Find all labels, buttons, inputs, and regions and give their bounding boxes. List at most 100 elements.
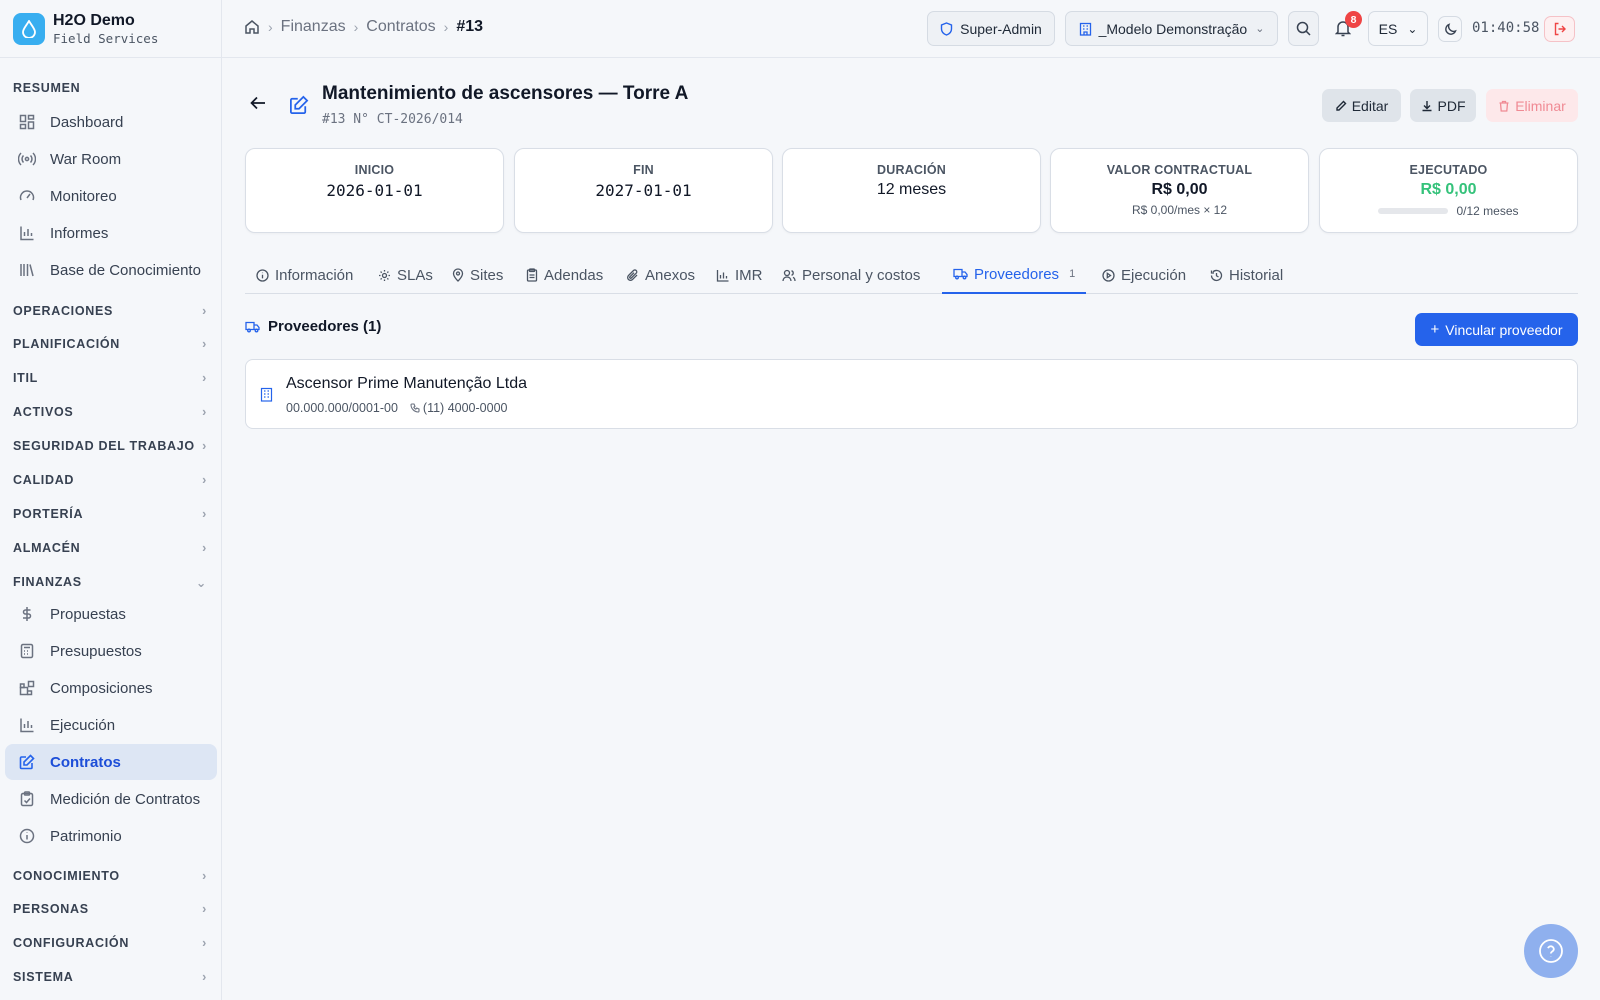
tab-label: Sites [470,266,504,284]
sidebar-item-informes[interactable]: Informes [5,215,217,251]
sidebar-item-label: Dashboard [50,113,124,131]
stat-valor-contractual: VALOR CONTRACTUAL R$ 0,00 R$ 0,00/mes × … [1050,148,1309,233]
vendor-card[interactable]: Ascensor Prime Manutenção Ltda 00.000.00… [245,359,1578,429]
vendor-meta: 00.000.000/0001-00 (11) 4000-0000 [286,401,507,415]
tab-personal-y-costos[interactable]: Personal y costos [771,256,931,294]
section-sistema[interactable]: SISTEMA › [13,967,207,987]
section-porteria[interactable]: PORTERÍA › [13,504,207,524]
role-badge[interactable]: Super-Admin [927,11,1055,46]
search-icon [1296,21,1311,36]
sidebar-item-ejecucion[interactable]: Ejecución [5,707,217,743]
theme-toggle[interactable] [1438,16,1462,42]
chevron-right-icon: › [202,473,207,487]
sidebar-item-label: Ejecución [50,716,116,734]
sidebar-item-label: Medición de Contratos [50,790,201,808]
tab-proveedores[interactable]: Proveedores 1 [942,256,1087,294]
trash-icon [1498,100,1515,112]
section-operaciones[interactable]: OPERACIONES › [13,301,207,321]
edit-button[interactable]: Editar [1322,89,1401,122]
section-configuracion[interactable]: CONFIGURACIÓN › [13,933,207,953]
section-label: RESUMEN [13,81,81,95]
link-vendor-button[interactable]: + Vincular proveedor [1415,313,1578,346]
bar-chart-icon [18,716,36,734]
logout-button[interactable] [1544,16,1575,42]
section-personas[interactable]: PERSONAS › [13,899,207,919]
tab-label: Personal y costos [802,266,921,284]
breadcrumb-separator: › [443,19,449,35]
tab-adendas[interactable]: Adendas [515,256,614,294]
stat-value: R$ 0,00 [1420,181,1477,198]
progress-text: 0/12 meses [1456,204,1519,218]
notification-count-badge: 8 [1345,11,1362,28]
language-select[interactable]: ES ⌄ [1368,11,1428,46]
sidebar-item-label: Informes [50,224,109,242]
section-calidad[interactable]: CALIDAD › [13,470,207,490]
pencil-icon [1335,100,1352,112]
session-clock: 01:40:58 [1472,20,1540,36]
back-button[interactable] [250,96,266,110]
tab-anexos[interactable]: Anexos [615,256,706,294]
section-conocimiento[interactable]: CONOCIMIENTO › [13,866,207,886]
plus-icon: + [1430,321,1440,338]
chevron-right-icon: › [202,304,207,318]
tenant-selector[interactable]: _Modelo Demonstração ⌄ [1065,11,1278,46]
tab-ejecucion[interactable]: Ejecución [1091,256,1197,294]
help-button[interactable] [1524,924,1578,978]
tab-imr[interactable]: IMR [705,256,774,294]
breadcrumb-contratos[interactable]: Contratos [366,18,435,36]
sidebar-item-propuestas[interactable]: Propuestas [5,596,217,632]
tab-count-badge: 1 [1069,268,1076,280]
sidebar-item-dashboard[interactable]: Dashboard [5,104,217,140]
section-planificacion[interactable]: PLANIFICACIÓN › [13,334,207,354]
chevron-right-icon: › [202,869,207,883]
sidebar-item-label: Monitoreo [50,187,117,205]
section-label: SISTEMA [13,970,74,984]
play-circle-icon [1102,268,1121,282]
section-seguridad[interactable]: SEGURIDAD DEL TRABAJO › [13,436,207,456]
breadcrumb-separator: › [353,19,359,35]
sidebar-item-monitoreo[interactable]: Monitoreo [5,178,217,214]
chevron-down-icon: ⌄ [195,575,207,590]
section-almacen[interactable]: ALMACÉN › [13,538,207,558]
section-label: CALIDAD [13,473,75,487]
chevron-right-icon: › [202,507,207,521]
tab-slas[interactable]: SLAs [367,256,444,294]
sidebar-item-medicion-de-contratos[interactable]: Medición de Contratos [5,781,217,817]
sidebar-item-presupuestos[interactable]: Presupuestos [5,633,217,669]
section-itil[interactable]: ITIL › [13,368,207,388]
clipboard-icon [526,268,544,282]
sidebar-item-base-de-conocimiento[interactable]: Base de Conocimiento [5,252,217,288]
search-button[interactable] [1288,11,1319,46]
role-label: Super-Admin [960,20,1042,37]
brand-subtitle: Field Services [53,30,159,46]
tab-historial[interactable]: Historial [1199,256,1294,294]
stat-subtext: R$ 0,00/mes × 12 [1131,203,1228,217]
breadcrumb-current: #13 [456,18,484,35]
sidebar-item-composiciones[interactable]: Composiciones [5,670,217,706]
tab-sites[interactable]: Sites [441,256,514,294]
section-finanzas[interactable]: FINANZAS ⌄ [13,572,207,592]
tab-label: Proveedores [974,265,1060,283]
sidebar-item-war-room[interactable]: War Room [5,141,217,177]
pdf-button[interactable]: PDF [1410,89,1476,122]
chevron-right-icon: › [202,970,207,984]
bar-chart-icon [18,224,36,242]
bar-chart-icon [716,269,735,282]
home-icon[interactable] [244,19,260,35]
chevron-right-icon: › [202,541,207,555]
sidebar-item-contratos[interactable]: Contratos [5,744,217,780]
delete-button[interactable]: Eliminar [1486,89,1578,122]
breadcrumb: › Finanzas › Contratos › #13 [244,18,483,36]
stat-label: EJECUTADO [1409,163,1488,177]
section-label: CONFIGURACIÓN [13,936,130,950]
section-activos[interactable]: ACTIVOS › [13,402,207,422]
section-title: Proveedores (1) [245,318,381,335]
tab-informacion[interactable]: Información [245,256,364,294]
breadcrumb-finanzas[interactable]: Finanzas [281,18,346,36]
sidebar-item-patrimonio[interactable]: Patrimonio [5,818,217,854]
section-label: ITIL [13,371,39,385]
chevron-right-icon: › [202,902,207,916]
brand[interactable]: H2O Demo Field Services [0,0,221,58]
section-title-label: Proveedores (1) [268,318,382,335]
info-circle-icon [18,827,36,845]
